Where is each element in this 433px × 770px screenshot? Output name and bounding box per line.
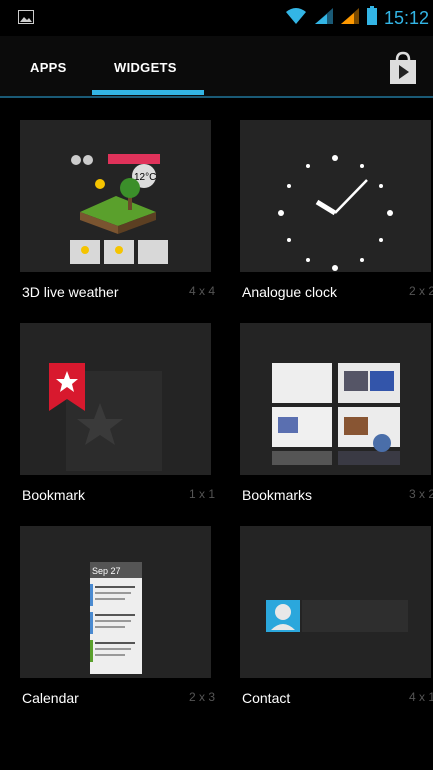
bookmark-icon [49,363,162,471]
contact-preview [266,600,408,632]
tab-apps[interactable]: APPS [30,60,67,75]
bookmarks-grid-preview [272,363,400,465]
widget-contact[interactable]: Contact 4 x 1 [240,526,433,729]
widget-preview [240,526,431,678]
widget-name: 3D live weather [22,284,119,300]
widget-preview [240,120,431,272]
signal-icon [314,7,334,30]
status-bar: 15:12 [0,0,433,36]
widget-name: Bookmark [22,487,86,503]
play-store-button[interactable] [387,50,419,86]
widget-size: 4 x 4 [188,284,215,298]
widget-grid: 12°C 3D live weather 4 x 4 Analogue cloc… [0,98,433,770]
widget-size: 3 x 2 [408,487,433,501]
widget-analogue-clock[interactable]: Analogue clock 2 x 2 [240,120,433,323]
widget-size: 2 x 3 [188,690,215,704]
calendar-date: Sep 27 [92,566,121,576]
widget-size: 4 x 1 [408,690,433,704]
widget-preview [240,323,431,475]
analogue-clock-icon [278,155,393,271]
weather-widget-preview: 12°C [70,154,168,264]
widget-name: Contact [242,690,291,706]
widget-bookmark[interactable]: Bookmark 1 x 1 [20,323,215,526]
active-tab-indicator [92,90,204,95]
tab-widgets[interactable]: WIDGETS [114,60,177,75]
widget-preview: 12°C [20,120,211,272]
status-clock: 15:12 [383,8,429,28]
widget-3d-live-weather[interactable]: 12°C 3D live weather 4 x 4 [20,120,215,323]
widget-name: Calendar [22,690,79,706]
widget-bookmarks[interactable]: Bookmarks 3 x 2 [240,323,433,526]
widget-preview: Sep 27 [20,526,211,678]
widget-name: Bookmarks [242,487,313,503]
battery-icon [366,6,378,31]
shopping-bag-icon [390,51,416,84]
widget-size: 1 x 1 [188,487,215,501]
gallery-notification-icon [18,10,34,29]
widget-size: 2 x 2 [408,284,433,298]
wifi-icon [284,7,308,30]
widget-calendar[interactable]: Sep 27 Calendar 2 x 3 [20,526,215,729]
signal-icon-2 [340,7,360,30]
widget-name: Analogue clock [242,284,337,300]
widget-preview [20,323,211,475]
calendar-preview: Sep 27 [90,562,142,674]
